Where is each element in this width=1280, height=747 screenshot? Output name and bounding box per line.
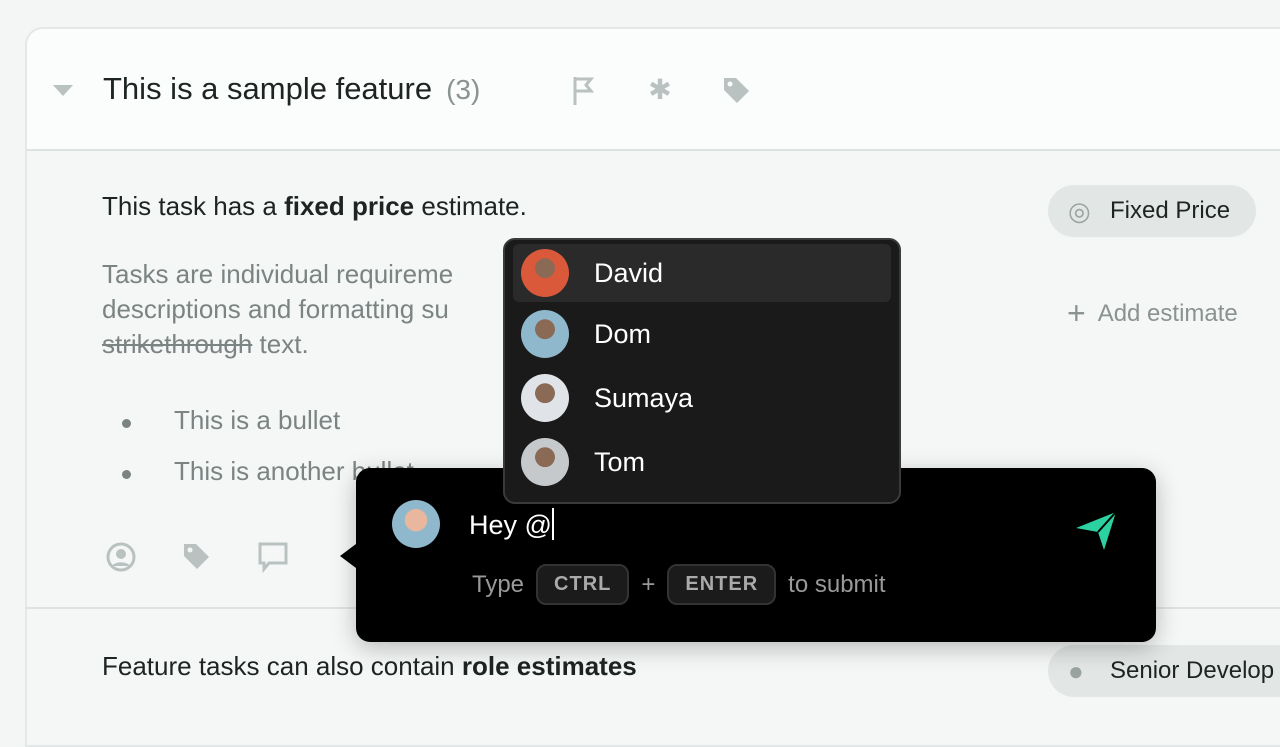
ctrl-key: CTRL [536, 564, 630, 605]
mention-dropdown: David Dom Sumaya Tom [503, 238, 901, 504]
asterisk-icon[interactable]: ✱ [645, 75, 675, 105]
add-estimate-button[interactable]: + Add estimate [1067, 295, 1238, 332]
flag-icon[interactable] [569, 75, 599, 105]
avatar [521, 374, 569, 422]
avatar [521, 249, 569, 297]
submit-hint: Type CTRL + ENTER to submit [472, 564, 886, 605]
tag-icon[interactable] [721, 75, 751, 105]
avatar [521, 310, 569, 358]
feature-title[interactable]: This is a sample feature (3) [103, 71, 480, 107]
task-title[interactable]: Feature tasks can also contain role esti… [102, 651, 637, 682]
bullet-item: This is a bullet [122, 405, 340, 436]
enter-key: ENTER [667, 564, 777, 605]
assignee-icon[interactable] [105, 541, 137, 580]
fixed-price-badge[interactable]: ◎ Fixed Price [1048, 185, 1257, 237]
send-icon[interactable] [1074, 508, 1118, 557]
task-title[interactable]: This task has a fixed price estimate. [102, 191, 527, 222]
person-icon: ● [1068, 656, 1084, 686]
collapse-caret-icon[interactable] [53, 85, 73, 96]
mention-option-tom[interactable]: Tom [513, 430, 891, 494]
avatar [392, 500, 440, 548]
role-badge[interactable]: ● Senior Develop [1048, 645, 1280, 697]
feature-header: This is a sample feature (3) ✱ [27, 29, 1280, 151]
comment-icon[interactable] [257, 541, 289, 580]
tag-icon[interactable] [181, 541, 211, 578]
avatar [521, 438, 569, 486]
mention-option-david[interactable]: David [513, 244, 891, 302]
mention-option-dom[interactable]: Dom [513, 302, 891, 366]
comment-input[interactable]: Hey @ [469, 508, 554, 541]
mention-option-sumaya[interactable]: Sumaya [513, 366, 891, 430]
task-count: (3) [446, 74, 481, 105]
coins-icon: ◎ [1068, 196, 1091, 226]
plus-icon: + [1067, 295, 1086, 331]
